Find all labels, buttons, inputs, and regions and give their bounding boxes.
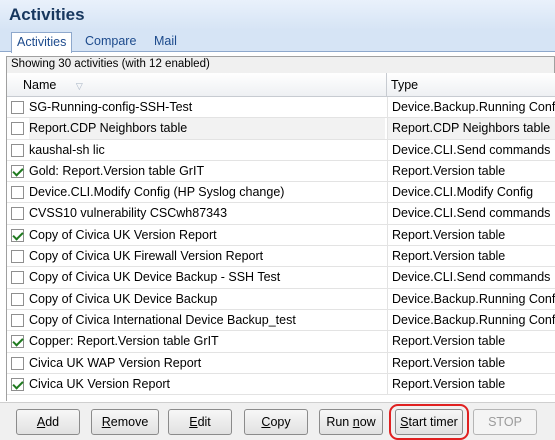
- column-header-type[interactable]: Type: [387, 73, 555, 97]
- enable-checkbox[interactable]: [11, 164, 24, 178]
- table-body: SG-Running-config-SSH-Test Device.Backup.…: [7, 97, 555, 396]
- activity-name-cell: kaushal-sh lic: [29, 142, 105, 157]
- activity-name-cell: Civica UK Version Report: [29, 376, 171, 391]
- enable-checkbox[interactable]: [11, 122, 24, 136]
- activity-type-cell: Device.Backup.Running Config: [387, 288, 555, 310]
- table-header: Name ▽ Type: [7, 73, 555, 97]
- edit-button[interactable]: Edit: [168, 409, 232, 435]
- activity-name-cell: SG-Running-config-SSH-Test: [29, 100, 193, 114]
- add-button-accel: A: [36, 415, 46, 429]
- table-row[interactable]: CVSS10 vulnerability CSCwh87343 Device.CL…: [7, 203, 555, 225]
- column-header-name-label: Name: [23, 78, 57, 92]
- copy-button-label: opy: [270, 415, 291, 429]
- remove-button[interactable]: Remove: [91, 409, 159, 435]
- enable-checkbox[interactable]: [11, 292, 24, 306]
- enable-checkbox[interactable]: [11, 377, 24, 391]
- run-now-button[interactable]: Run now: [319, 409, 383, 435]
- activity-type-cell: Report.Version table: [387, 160, 555, 182]
- enable-checkbox[interactable]: [11, 250, 24, 264]
- run-now-button-pre: Run: [326, 415, 353, 429]
- enable-checkbox[interactable]: [11, 335, 24, 349]
- activity-name-cell: Copy of Civica International Device Back…: [29, 312, 296, 327]
- table-row[interactable]: Copy of Civica International Device Back…: [7, 309, 555, 332]
- tab-activities[interactable]: Activities: [11, 32, 73, 53]
- table-row[interactable]: Copper: Report.Version table GrIT Report.…: [7, 331, 555, 353]
- table-row[interactable]: Device.CLI.Modify Config (HP Syslog chan…: [7, 182, 555, 204]
- activities-table: Name ▽ Type SG-Running-config-SSH-Test De…: [6, 73, 555, 401]
- activity-name-cell: Device.CLI.Modify Config (HP Syslog chan…: [29, 185, 285, 200]
- table-row[interactable]: Report.CDP Neighbors table Report.CDP Nei…: [7, 118, 555, 140]
- table-row[interactable]: SG-Running-config-SSH-Test Device.Backup.…: [7, 97, 555, 119]
- column-header-name[interactable]: Name ▽: [7, 73, 387, 97]
- title-bar: Activities: [0, 0, 555, 30]
- activity-type-cell: Device.CLI.Send commands: [387, 267, 555, 289]
- sort-icon: ▽: [75, 81, 83, 91]
- table-row[interactable]: Gold: Report.Version table GrIT Report.Ve…: [7, 160, 555, 183]
- table-row[interactable]: Civica UK Version Report Report.Version t…: [7, 373, 555, 396]
- edit-button-label: dit: [197, 415, 211, 429]
- activity-name-cell: Copper: Report.Version table GrIT: [29, 334, 219, 349]
- activity-type-cell: Report.Version table: [387, 331, 555, 353]
- run-now-button-label: ow: [359, 415, 376, 429]
- edit-button-accel: E: [189, 415, 198, 429]
- copy-button[interactable]: Copy: [244, 409, 308, 435]
- enable-checkbox[interactable]: [11, 313, 24, 327]
- enable-checkbox[interactable]: [11, 271, 24, 285]
- tab-mail[interactable]: Mail: [149, 32, 182, 52]
- activity-type-cell: Report.Version table: [387, 373, 555, 395]
- table-row[interactable]: Civica UK WAP Version Report Report.Versi…: [7, 352, 555, 374]
- run-now-button-accel: n: [352, 415, 360, 429]
- activity-name-cell: Copy of Civica UK Version Report: [29, 227, 217, 242]
- enable-checkbox[interactable]: [11, 143, 24, 157]
- stop-button: STOP: [473, 409, 537, 435]
- activity-name-cell: Copy of Civica UK Device Backup: [29, 291, 218, 306]
- activity-name-cell: Civica UK WAP Version Report: [29, 355, 202, 370]
- activity-name-cell: CVSS10 vulnerability CSCwh87343: [29, 206, 228, 221]
- activity-name-cell: Copy of Civica UK Firewall Version Repor…: [29, 249, 264, 264]
- button-bar: Add Remove Edit Copy Run now Start timer…: [0, 402, 555, 440]
- remove-button-label: emove: [110, 415, 149, 429]
- remove-button-accel: R: [101, 415, 111, 429]
- status-bar: Showing 30 activities (with 12 enabled): [6, 56, 555, 73]
- activity-type-cell: Device.Backup.Running Config: [387, 97, 555, 118]
- add-button-label: dd: [45, 415, 60, 429]
- enable-checkbox[interactable]: [11, 101, 24, 114]
- status-text: Showing 30 activities (with 12 enabled): [11, 58, 210, 70]
- start-timer-highlight: [389, 404, 469, 440]
- enable-checkbox[interactable]: [11, 356, 24, 370]
- tab-strip: Activities Compare Mail: [0, 30, 555, 53]
- activity-type-cell: Device.CLI.Send commands: [387, 139, 555, 161]
- table-row[interactable]: Copy of Civica UK Version Report Report.V…: [7, 224, 555, 247]
- enable-checkbox[interactable]: [11, 186, 24, 200]
- activity-type-cell: Device.Backup.Running Config: [387, 309, 555, 331]
- activity-type-cell: Report.CDP Neighbors table: [387, 118, 555, 140]
- table-row[interactable]: kaushal-sh lic Device.CLI.Send commands: [7, 139, 555, 161]
- table-row[interactable]: Copy of Civica UK Device Backup Device.Ba…: [7, 288, 555, 310]
- column-header-type-label: Type: [391, 78, 419, 92]
- activity-type-cell: Device.CLI.Send commands: [387, 203, 555, 225]
- activity-name-cell: Gold: Report.Version table GrIT: [29, 163, 205, 178]
- stop-button-label: STOP: [488, 415, 522, 429]
- activity-name-cell: Copy of Civica UK Device Backup - SSH Te…: [29, 270, 281, 285]
- add-button[interactable]: Add: [16, 409, 80, 435]
- table-row[interactable]: Copy of Civica UK Device Backup - SSH Te…: [7, 267, 555, 289]
- activity-type-cell: Report.Version table: [387, 224, 555, 246]
- window-title: Activities: [9, 5, 85, 24]
- enable-checkbox[interactable]: [11, 228, 24, 242]
- activity-type-cell: Report.Version table: [387, 352, 555, 374]
- activity-name-cell: Report.CDP Neighbors table: [29, 118, 385, 140]
- tab-compare[interactable]: Compare: [80, 32, 141, 52]
- table-row[interactable]: Copy of Civica UK Firewall Version Repor…: [7, 246, 555, 268]
- activity-type-cell: Report.Version table: [387, 246, 555, 268]
- enable-checkbox[interactable]: [11, 207, 24, 221]
- activity-type-cell: Device.CLI.Modify Config: [387, 182, 555, 204]
